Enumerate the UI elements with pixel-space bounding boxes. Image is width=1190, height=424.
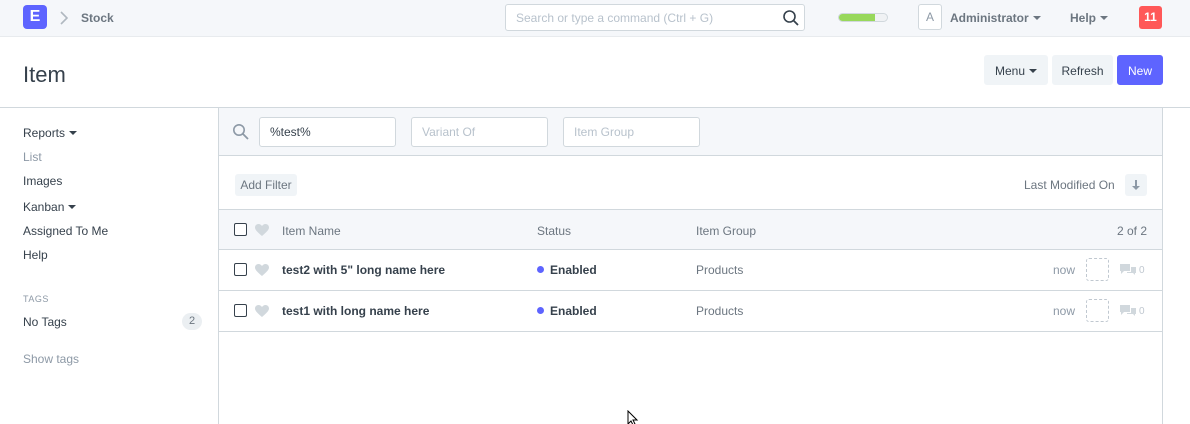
table-row[interactable]: test2 with 5" long name here Enabled Pro… [219, 250, 1162, 291]
heart-icon[interactable] [255, 224, 269, 237]
comment-icon [1120, 264, 1136, 275]
sidebar-item-label: Reports [23, 126, 66, 140]
notification-badge[interactable]: 11 [1139, 6, 1162, 29]
tag-count-badge: 2 [182, 313, 202, 330]
search-input[interactable] [506, 5, 776, 30]
sidebar-item-no-tags[interactable]: No Tags [23, 315, 67, 329]
refresh-button[interactable]: Refresh [1052, 55, 1113, 85]
status-label: Enabled [550, 263, 597, 277]
arrow-down-icon [1132, 180, 1140, 190]
caret-down-icon [68, 204, 77, 209]
status-dot [537, 307, 544, 314]
mouse-cursor-icon [627, 410, 639, 424]
avatar[interactable]: A [918, 4, 942, 30]
progress-fill [839, 14, 875, 21]
menu-label: Menu [994, 64, 1026, 78]
row-checkbox[interactable] [234, 304, 247, 317]
assign-avatar-placeholder[interactable] [1086, 299, 1109, 322]
chevron-right-icon [60, 11, 69, 27]
sidebar-item-reports[interactable]: Reports [23, 126, 78, 140]
status-dot [537, 266, 544, 273]
show-tags-link[interactable]: Show tags [23, 352, 79, 366]
sort-selector[interactable]: Last Modified On [1024, 178, 1115, 192]
tags-heading: TAGS [23, 294, 49, 304]
variant-of-filter[interactable] [411, 117, 548, 147]
navbar: E Stock A Administrator Help 11 [0, 0, 1190, 37]
item-name-filter[interactable] [259, 117, 396, 147]
app-logo[interactable]: E [23, 5, 47, 29]
status-indicator[interactable]: Enabled [537, 263, 597, 277]
heart-icon[interactable] [255, 264, 269, 277]
caret-down-icon [1032, 15, 1041, 20]
progress-bar [838, 13, 888, 22]
user-name: Administrator [950, 11, 1029, 25]
status-indicator[interactable]: Enabled [537, 304, 597, 318]
sidebar-item-list[interactable]: List [23, 150, 42, 164]
search-icon[interactable] [782, 9, 800, 27]
item-group-cell[interactable]: Products [696, 263, 743, 277]
item-group-filter[interactable] [563, 117, 700, 147]
add-filter-button[interactable]: Add Filter [235, 174, 297, 196]
table-row[interactable]: test1 with long name here Enabled Produc… [219, 291, 1162, 332]
sidebar-item-kanban[interactable]: Kanban [23, 200, 77, 214]
item-name-link[interactable]: test2 with 5" long name here [282, 263, 445, 277]
user-menu[interactable]: Administrator [950, 11, 1041, 25]
item-name-link[interactable]: test1 with long name here [282, 304, 429, 318]
item-group-cell[interactable]: Products [696, 304, 743, 318]
breadcrumb-stock[interactable]: Stock [81, 11, 114, 25]
sidebar-item-assigned-to-me[interactable]: Assigned To Me [23, 224, 108, 238]
sidebar-item-images[interactable]: Images [23, 174, 62, 188]
modified-time: now [1053, 304, 1076, 318]
modified-time: now [1053, 263, 1076, 277]
help-menu[interactable]: Help [1070, 11, 1109, 25]
new-button[interactable]: New [1117, 55, 1163, 85]
sort-order-button[interactable] [1125, 174, 1147, 196]
row-checkbox[interactable] [234, 263, 247, 276]
column-header-item-group[interactable]: Item Group [696, 224, 756, 238]
column-header-item-name[interactable]: Item Name [282, 224, 341, 238]
assign-avatar-placeholder[interactable] [1086, 258, 1109, 281]
select-all-checkbox[interactable] [234, 223, 247, 236]
table-header: Item Name Status Item Group 2 of 2 [219, 209, 1162, 250]
heart-icon[interactable] [255, 305, 269, 318]
sidebar-item-help[interactable]: Help [23, 248, 48, 262]
comment-count: 0 [1139, 265, 1145, 276]
help-label: Help [1070, 11, 1097, 25]
menu-button[interactable]: Menu [984, 55, 1048, 85]
status-label: Enabled [550, 304, 597, 318]
page-title: Item [23, 62, 66, 87]
comment-count: 0 [1139, 306, 1145, 317]
record-count: 2 of 2 [1116, 224, 1147, 238]
sidebar-item-label: Kanban [23, 200, 65, 214]
caret-down-icon [1100, 15, 1109, 20]
caret-down-icon [1029, 68, 1038, 73]
awesome-bar[interactable] [505, 4, 805, 31]
comment-icon [1120, 305, 1136, 316]
search-icon [233, 124, 249, 140]
caret-down-icon [69, 130, 78, 135]
column-header-status[interactable]: Status [537, 224, 571, 238]
